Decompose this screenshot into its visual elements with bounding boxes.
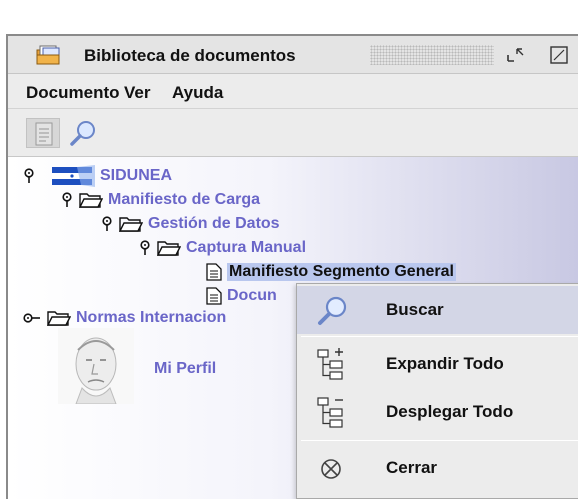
context-menu-label: Cerrar	[386, 458, 438, 477]
open-folder-icon	[79, 193, 103, 208]
document-icon	[206, 263, 222, 281]
flag-icon	[52, 165, 95, 187]
context-menu-cerrar[interactable]: Cerrar	[297, 444, 578, 492]
toolbar	[8, 110, 578, 154]
menu-ver[interactable]: Ver	[124, 83, 150, 103]
tree-node-label: Normas Internacion	[76, 309, 227, 326]
tree-node-label: Captura Manual	[186, 239, 307, 256]
expanded-handle-icon[interactable]	[60, 192, 74, 208]
title-bar[interactable]: Biblioteca de documentos	[8, 36, 578, 74]
tree-node-documento[interactable]: Docun	[206, 285, 277, 307]
expanded-handle-icon[interactable]	[100, 216, 114, 232]
close-circle-icon	[315, 452, 349, 486]
search-icon	[315, 294, 349, 328]
collapse-tree-icon	[315, 396, 349, 430]
tree-node-manifiesto-segmento-general[interactable]: Manifiesto Segmento General	[206, 261, 456, 283]
collapsed-handle-icon[interactable]	[22, 310, 42, 326]
menu-separator	[301, 336, 578, 337]
menu-ayuda[interactable]: Ayuda	[172, 83, 223, 103]
tree-node-gestion-de-datos[interactable]: Gestión de Datos	[100, 213, 280, 235]
open-folder-icon	[119, 217, 143, 232]
context-menu-label: Expandir Todo	[386, 354, 504, 373]
expanded-handle-icon[interactable]	[138, 240, 152, 256]
tree-node-normas-internacionales[interactable]: Normas Internacion	[22, 307, 226, 329]
context-menu-buscar[interactable]: Buscar	[297, 286, 578, 334]
expanded-handle-icon[interactable]	[22, 168, 36, 184]
menu-documento[interactable]: Documento	[26, 83, 120, 103]
search-icon	[70, 121, 95, 146]
tree-context-menu: Buscar Expandir Todo Desplegar Todo Cerr…	[296, 283, 578, 499]
tree-node-label: Gestión de Datos	[148, 215, 280, 232]
library-app-icon	[36, 44, 62, 66]
menu-bar: Documento Ver Ayuda	[8, 75, 578, 109]
tree-node-sidunea[interactable]: SIDUNEA	[22, 165, 172, 187]
my-profile-link[interactable]: Mi Perfil	[154, 360, 216, 378]
tree-node-label: SIDUNEA	[100, 167, 173, 184]
maximize-icon[interactable]	[548, 45, 570, 65]
window-title: Biblioteca de documentos	[84, 46, 296, 65]
expand-tree-icon	[315, 348, 349, 382]
document-icon	[206, 287, 222, 305]
open-folder-icon	[157, 241, 181, 256]
search-toolbar-button[interactable]	[66, 118, 100, 148]
tree-node-label: Manifiesto Segmento General	[227, 263, 456, 281]
menu-separator	[301, 440, 578, 441]
avatar[interactable]	[58, 328, 134, 404]
tree-node-manifiesto-de-carga[interactable]: Manifiesto de Carga	[60, 189, 260, 211]
document-list-icon	[35, 122, 53, 146]
tree-node-captura-manual[interactable]: Captura Manual	[138, 237, 306, 259]
tree-node-label: Manifiesto de Carga	[108, 191, 261, 208]
title-drag-grip[interactable]	[370, 45, 494, 65]
context-menu-label: Desplegar Todo	[386, 402, 514, 421]
minimize-icon[interactable]	[505, 45, 527, 65]
document-list-button[interactable]	[26, 118, 60, 148]
context-menu-label: Buscar	[386, 300, 444, 319]
tree-node-label: Docun	[227, 287, 277, 304]
open-folder-icon	[47, 311, 71, 326]
context-menu-desplegar-todo[interactable]: Desplegar Todo	[297, 388, 578, 436]
context-menu-expandir-todo[interactable]: Expandir Todo	[297, 340, 578, 388]
